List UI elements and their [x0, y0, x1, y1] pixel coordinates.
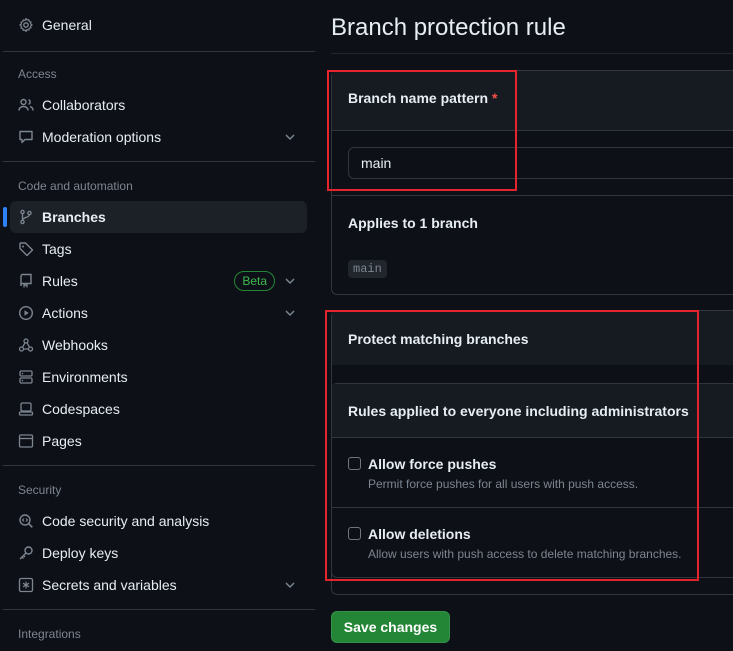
sidebar-divider — [3, 51, 315, 52]
comment-icon — [18, 129, 34, 145]
gear-icon — [18, 17, 34, 33]
play-icon — [18, 305, 34, 321]
beta-badge: Beta — [234, 271, 275, 291]
chevron-down-icon[interactable] — [283, 130, 297, 144]
sidebar-item-moderation[interactable]: Moderation options — [10, 121, 307, 153]
sidebar-item-actions[interactable]: Actions — [10, 297, 307, 329]
sidebar-item-secrets[interactable]: Secrets and variables — [10, 569, 307, 601]
sidebar-item-deploy-keys[interactable]: Deploy keys — [10, 537, 307, 569]
tag-icon — [18, 241, 34, 257]
sidebar-item-tags[interactable]: Tags — [10, 233, 307, 265]
sidebar-item-environments[interactable]: Environments — [10, 361, 307, 393]
sidebar-item-collaborators[interactable]: Collaborators — [10, 89, 307, 121]
server-icon — [18, 369, 34, 385]
title-divider — [331, 53, 733, 54]
section-heading-access: Access — [18, 67, 57, 81]
chevron-down-icon[interactable] — [283, 578, 297, 592]
git-branch-icon — [18, 209, 34, 225]
repo-push-icon — [18, 273, 34, 289]
applies-to-text: Applies to 1 branch — [348, 215, 478, 231]
page-title: Branch protection rule — [331, 14, 566, 41]
sidebar-item-label: Actions — [42, 305, 88, 321]
active-indicator — [3, 207, 7, 227]
sidebar-divider — [3, 161, 315, 162]
people-icon — [18, 97, 34, 113]
key-icon — [18, 545, 34, 561]
sidebar-item-branches[interactable]: Branches — [3, 201, 307, 233]
matched-branch-chip: main — [348, 260, 387, 278]
section-heading-code-automation: Code and automation — [18, 179, 133, 193]
sidebar-item-webhooks[interactable]: Webhooks — [10, 329, 307, 361]
settings-sidebar: General Access Collaborators Moderation … — [0, 0, 315, 651]
sidebar-item-label: Rules — [42, 273, 78, 289]
asterisk-icon — [18, 577, 34, 593]
sidebar-item-label: Deploy keys — [42, 545, 119, 561]
sidebar-item-label: Tags — [42, 241, 72, 257]
sidebar-item-label: General — [42, 17, 92, 33]
sidebar-item-code-security[interactable]: Code security and analysis — [10, 505, 307, 537]
highlight-box-pattern — [327, 70, 517, 191]
sidebar-item-general[interactable]: General — [10, 9, 307, 41]
section-heading-integrations: Integrations — [18, 627, 81, 641]
section-heading-security: Security — [18, 483, 62, 497]
sidebar-item-label: Branches — [42, 209, 106, 225]
sidebar-item-label: Code security and analysis — [42, 513, 210, 529]
highlight-box-rules — [325, 310, 699, 581]
sidebar-item-rules[interactable]: Rules Beta — [10, 265, 307, 297]
chevron-down-icon[interactable] — [283, 274, 297, 288]
sidebar-item-label: Secrets and variables — [42, 577, 177, 593]
webhook-icon — [18, 337, 34, 353]
sidebar-item-label: Moderation options — [42, 129, 162, 145]
sidebar-item-codespaces[interactable]: Codespaces — [10, 393, 307, 425]
sidebar-item-label: Environments — [42, 369, 128, 385]
sidebar-divider — [3, 465, 315, 466]
sidebar-divider — [3, 609, 315, 610]
chevron-down-icon[interactable] — [283, 306, 297, 320]
save-changes-button[interactable]: Save changes — [331, 611, 450, 643]
browser-icon — [18, 433, 34, 449]
codescan-icon — [18, 513, 34, 529]
codespaces-icon — [18, 401, 34, 417]
sidebar-item-label: Pages — [42, 433, 82, 449]
row-divider — [332, 195, 733, 196]
sidebar-item-label: Webhooks — [42, 337, 108, 353]
sidebar-item-pages[interactable]: Pages — [10, 425, 307, 457]
sidebar-item-label: Collaborators — [42, 97, 126, 113]
sidebar-item-label: Codespaces — [42, 401, 120, 417]
